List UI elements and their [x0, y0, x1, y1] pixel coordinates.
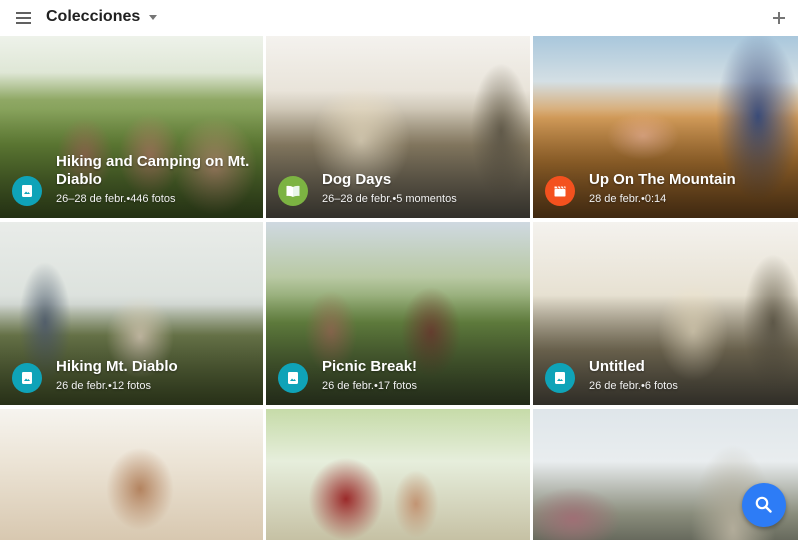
add-icon[interactable] [769, 8, 789, 28]
collections-dropdown[interactable]: Colecciones [46, 8, 158, 26]
collection-card[interactable]: Picnic Break! 26 de febr.•17 fotos [266, 222, 530, 405]
collection-subtitle: 26 de febr.•17 fotos [322, 380, 417, 392]
collection-card[interactable] [266, 409, 530, 540]
collection-title: Picnic Break! [322, 358, 418, 375]
collection-card[interactable]: Hiking and Camping on Mt. Diablo 26–28 d… [0, 36, 263, 218]
photo-album-icon [278, 363, 308, 393]
hamburger-menu-icon[interactable] [14, 10, 34, 26]
collection-card[interactable]: Up On The Mountain 28 de febr.•0:14 [533, 36, 798, 218]
collection-subtitle: 26 de febr.•6 fotos [589, 380, 678, 392]
story-book-icon [278, 176, 308, 206]
search-button[interactable] [742, 483, 786, 527]
hiker-red-striped-shirt-photo [266, 409, 530, 540]
collection-subtitle: 26–28 de febr.•5 momentos [322, 193, 457, 205]
movie-clapper-icon [545, 176, 575, 206]
collection-card[interactable]: Dog Days 26–28 de febr.•5 momentos [266, 36, 530, 218]
caret-down-icon [149, 15, 158, 20]
collection-subtitle: 28 de febr.•0:14 [589, 193, 667, 205]
collection-title: Dog Days [322, 171, 392, 188]
collection-title: Untitled [589, 358, 645, 375]
collection-title: Up On The Mountain [589, 171, 736, 188]
photo-album-icon [545, 363, 575, 393]
app-bar: Colecciones [0, 0, 798, 36]
collection-card[interactable] [0, 409, 263, 540]
collection-subtitle: 26 de febr.•12 fotos [56, 380, 151, 392]
photo-album-icon [12, 176, 42, 206]
photo-album-icon [12, 363, 42, 393]
collection-card[interactable]: Hiking Mt. Diablo 26 de febr.•12 fotos [0, 222, 263, 405]
collection-subtitle: 26–28 de febr.•446 fotos [56, 193, 176, 205]
search-icon [755, 496, 772, 513]
page-title: Colecciones [46, 8, 141, 25]
collection-title: Hiking Mt. Diablo [56, 358, 178, 375]
person-smiling-sunglasses-photo [0, 409, 263, 540]
collection-title: Hiking and Camping on Mt. Diablo [56, 153, 250, 188]
collection-card[interactable]: Untitled 26 de febr.•6 fotos [533, 222, 798, 405]
